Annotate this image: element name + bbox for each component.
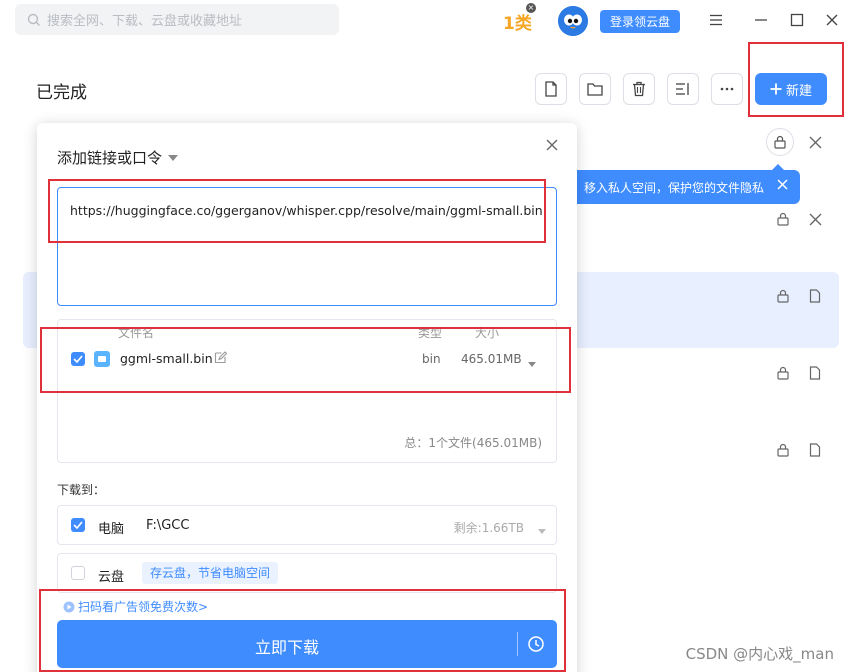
ad-link-text: 扫码看广告领免费次数>	[78, 600, 209, 614]
file-type: bin	[422, 352, 441, 366]
dialog-title[interactable]: 添加链接或口令	[57, 147, 179, 168]
page-title: 已完成	[36, 83, 87, 103]
column-size: 大小	[475, 326, 500, 340]
private-space-button[interactable]	[766, 128, 794, 156]
caret-down-icon[interactable]	[528, 356, 536, 371]
private-space-tooltip: 移入私人空间，保护您的文件隐私	[572, 164, 800, 204]
promo-close-icon[interactable]: ×	[526, 3, 536, 13]
folder-icon	[587, 83, 603, 96]
search-input[interactable]: 搜索全网、下载、云盘或收藏地址	[15, 4, 339, 35]
lock-icon[interactable]	[775, 211, 791, 227]
pc-label: 电脑	[98, 522, 125, 537]
add-link-dialog: 添加链接或口令 https://huggingface.co/ggerganov…	[37, 123, 577, 672]
file-list: 文件名 类型 大小 ggml-small.bin bin 465.01MB 总：…	[57, 319, 557, 463]
lock-icon[interactable]	[775, 442, 791, 458]
delete-button[interactable]	[623, 73, 655, 105]
close-window-icon[interactable]	[824, 12, 840, 28]
open-folder-button[interactable]	[579, 73, 611, 105]
file-icon[interactable]	[807, 442, 823, 458]
download-now-button[interactable]: 立即下载	[57, 620, 557, 668]
lock-icon	[774, 135, 786, 149]
dialog-title-text: 添加链接或口令	[57, 149, 163, 167]
file-size: 465.01MB	[461, 352, 522, 366]
menu-icon[interactable]	[708, 12, 724, 28]
lock-icon[interactable]	[775, 365, 791, 381]
caret-down-icon[interactable]	[538, 523, 546, 538]
url-input[interactable]: https://huggingface.co/ggerganov/whisper…	[57, 187, 557, 306]
new-file-button[interactable]	[535, 73, 567, 105]
download-to-label: 下载到：	[57, 483, 106, 497]
search-placeholder: 搜索全网、下载、云盘或收藏地址	[47, 14, 243, 29]
cloud-checkbox[interactable]	[71, 566, 85, 580]
ad-link[interactable]: 扫码看广告领免费次数>	[63, 598, 208, 615]
file-type-icon	[94, 351, 110, 367]
play-icon	[63, 601, 75, 612]
sort-button[interactable]	[667, 73, 699, 105]
trash-icon	[633, 81, 645, 97]
maximize-icon[interactable]	[789, 12, 805, 28]
download-now-label: 立即下载	[254, 638, 319, 657]
tooltip-text: 移入私人空间，保护您的文件隐私	[584, 180, 765, 195]
file-total: 总：1个文件(465.01MB)	[404, 436, 542, 450]
plus-icon	[770, 83, 782, 95]
file-name: ggml-small.bin	[120, 351, 213, 366]
remove-row-icon[interactable]	[807, 211, 823, 227]
file-icon[interactable]	[807, 365, 823, 381]
avatar[interactable]	[558, 6, 588, 36]
minimize-icon[interactable]	[753, 12, 769, 28]
location-cloud[interactable]: 云盘 存云盘，节省电脑空间	[57, 553, 557, 593]
button-divider	[517, 632, 518, 656]
lock-icon[interactable]	[775, 288, 791, 304]
schedule-clock-icon[interactable]	[527, 635, 545, 657]
promo-badge[interactable]: 1类	[503, 9, 532, 34]
edit-icon[interactable]	[214, 351, 228, 368]
column-name: 文件名	[118, 326, 155, 340]
location-pc[interactable]: 电脑 F:\GCC 剩余:1.66TB	[57, 505, 557, 545]
more-button[interactable]	[711, 73, 743, 105]
tooltip-close-icon[interactable]	[777, 179, 788, 193]
dialog-close-icon[interactable]	[546, 139, 560, 153]
check-icon	[73, 521, 83, 529]
check-icon	[73, 355, 83, 363]
file-icon	[545, 81, 557, 97]
pc-path[interactable]: F:\GCC	[146, 518, 189, 533]
cloud-label: 云盘	[98, 570, 125, 585]
remove-row-icon[interactable]	[807, 134, 823, 150]
login-button[interactable]: 登录领云盘	[600, 10, 680, 33]
pc-checkbox[interactable]	[71, 518, 85, 532]
file-icon[interactable]	[807, 288, 823, 304]
column-type: 类型	[418, 326, 443, 340]
sort-icon	[676, 83, 689, 95]
pc-free-space: 剩余:1.66TB	[453, 521, 524, 535]
file-checkbox[interactable]	[71, 352, 85, 366]
cloud-tip: 存云盘，节省电脑空间	[142, 562, 279, 584]
watermark: CSDN @内心戏_man	[685, 645, 834, 663]
caret-down-icon	[168, 154, 179, 161]
new-task-button[interactable]: 新建	[755, 73, 827, 105]
new-task-label: 新建	[785, 83, 812, 99]
search-icon	[27, 13, 40, 26]
more-icon	[720, 87, 734, 91]
